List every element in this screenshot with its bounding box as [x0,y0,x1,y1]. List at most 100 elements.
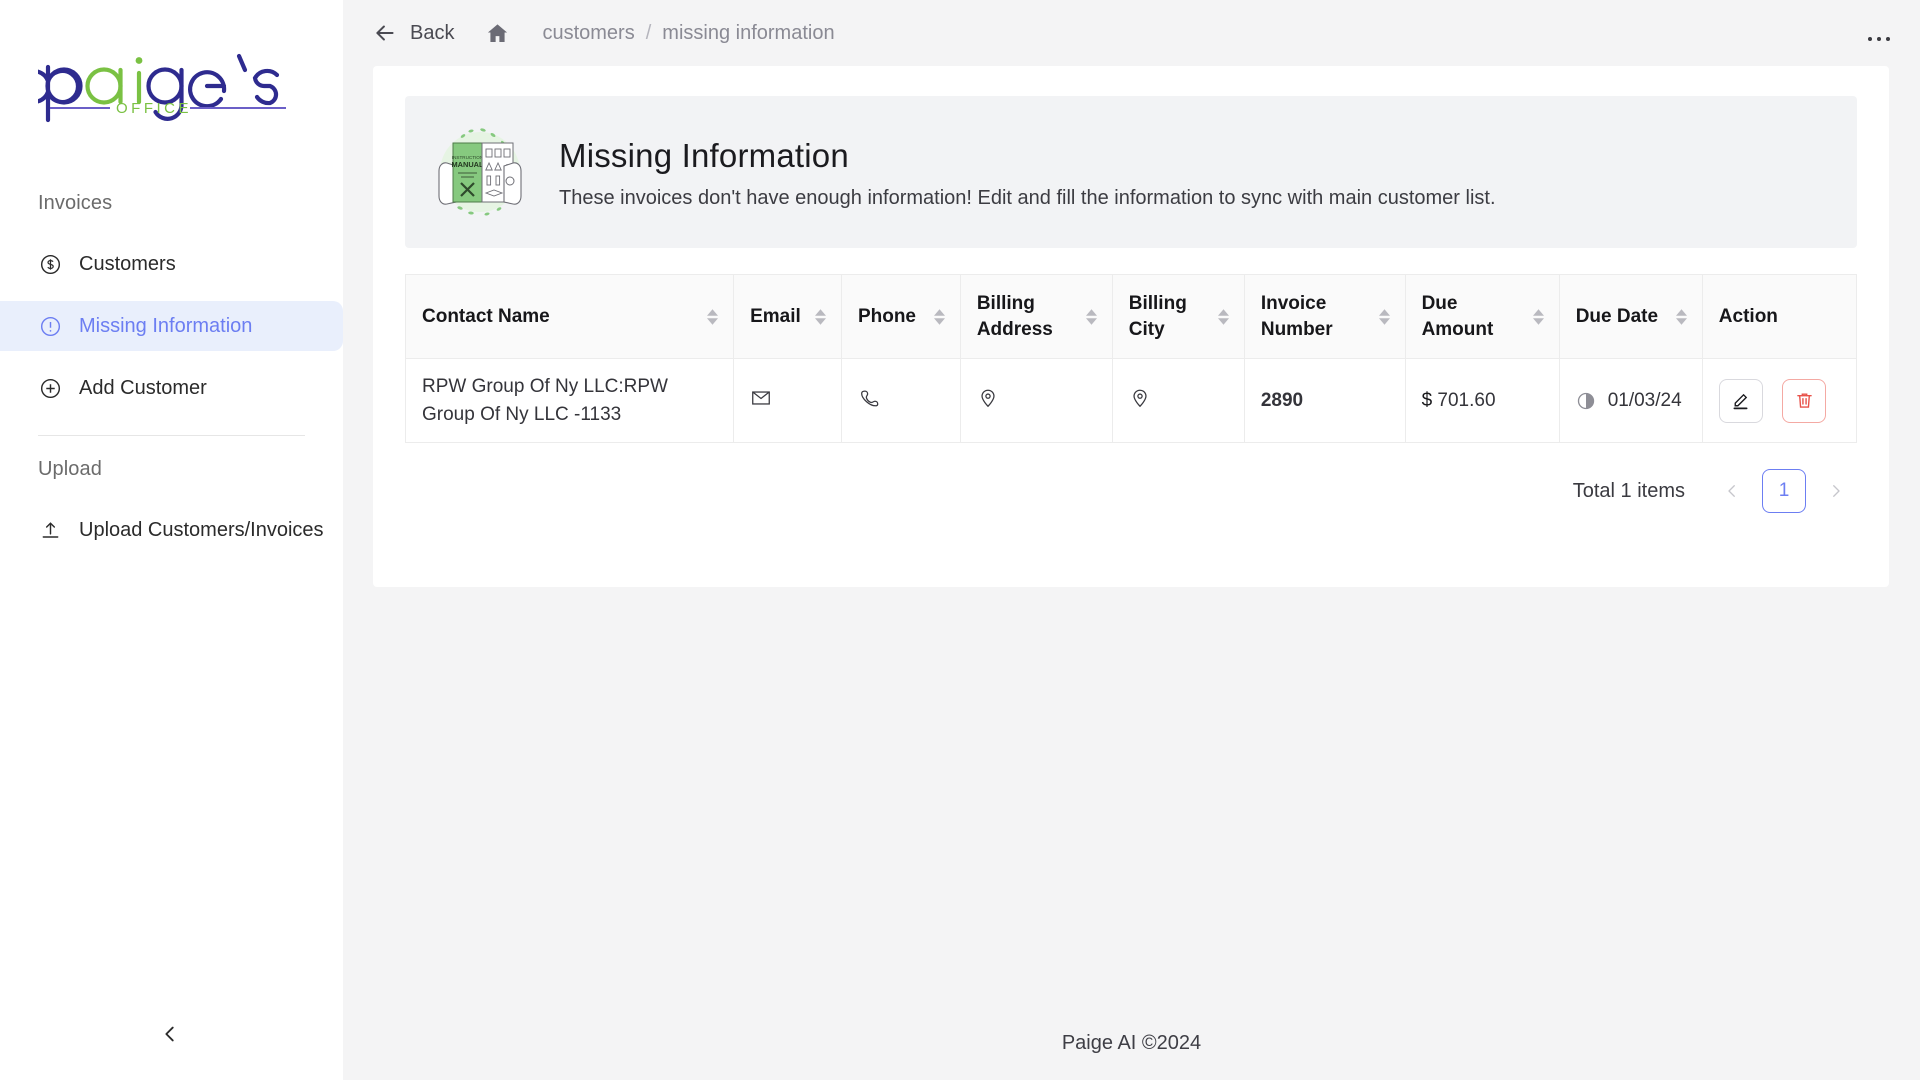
missing-information-table: Contact Name Email [405,274,1857,443]
instruction-manual-illustration: INSTRUCTION MANUAL [427,119,533,225]
topbar: Back customers / missing information [343,0,1920,66]
sidebar-section-upload-title: Upload [0,458,343,481]
dollar-circle-icon [38,252,62,276]
clock-icon [1576,391,1596,411]
banner-text: Missing Information These invoices don't… [559,135,1496,210]
column-label: Email [750,304,801,330]
column-label: Invoice Number [1261,291,1373,342]
chevron-down-icon [707,318,718,325]
sidebar-item-upload-customers-invoices[interactable]: Upload Customers/Invoices [0,505,343,555]
due-amount-value: 701.60 [1437,390,1495,411]
table-head: Contact Name Email [406,275,1857,359]
sort-toggle[interactable] [1218,309,1230,325]
edit-row-button[interactable] [1719,379,1763,423]
plus-circle-icon [38,376,62,400]
chevron-up-icon [1218,309,1229,316]
page-description: These invoices don't have enough informa… [559,187,1496,210]
cell-email [734,359,842,443]
pagination-page-1[interactable]: 1 [1762,469,1806,513]
paiges-office-logo: OFFICE [38,34,300,126]
sort-toggle[interactable] [934,309,946,325]
main-area: Back customers / missing information [343,0,1920,1080]
cell-billing-city [1112,359,1244,443]
sidebar-item-customers[interactable]: Customers [0,239,343,289]
back-button[interactable]: Back [372,20,454,46]
sidebar-item-label: Add Customer [79,377,207,400]
mail-icon [750,387,772,409]
cell-billing-address [960,359,1112,443]
chevron-right-icon [1827,482,1845,500]
location-pin-icon [1129,387,1151,409]
trash-icon [1794,390,1815,411]
brand-logo[interactable]: OFFICE [0,0,343,148]
app-root: OFFICE Invoices Customers [0,0,1920,1080]
pagination-next-button[interactable] [1815,470,1857,512]
column-label: Due Amount [1422,291,1527,342]
chevron-left-icon [1723,482,1741,500]
page-banner: INSTRUCTION MANUAL [405,96,1857,248]
currency-symbol: $ [1422,390,1433,411]
sort-toggle[interactable] [707,309,719,325]
three-dots-icon [1868,37,1890,41]
chevron-up-icon [1533,309,1544,316]
more-options-button[interactable] [1862,26,1896,52]
sort-toggle[interactable] [1676,309,1688,325]
column-header-due-amount[interactable]: Due Amount [1405,275,1559,359]
cell-due-amount: $ 701.60 [1405,359,1559,443]
column-header-due-date[interactable]: Due Date [1559,275,1702,359]
content-card: INSTRUCTION MANUAL [373,66,1889,587]
chevron-up-icon [1379,309,1390,316]
column-header-billing-address[interactable]: Billing Address [960,275,1112,359]
page-title: Missing Information [559,137,1496,175]
chevron-down-icon [1218,318,1229,325]
alert-circle-icon [38,314,62,338]
pagination: Total 1 items 1 [405,469,1857,513]
pagination-prev-button[interactable] [1711,470,1753,512]
chevron-down-icon [1379,318,1390,325]
column-label: Billing Address [977,291,1080,342]
sort-toggle[interactable] [1533,309,1545,325]
home-icon [485,21,510,46]
column-header-billing-city[interactable]: Billing City [1112,275,1244,359]
chevron-down-icon [1676,318,1687,325]
back-label: Back [410,22,454,45]
sidebar-item-label: Upload Customers/Invoices [79,519,324,542]
cell-action [1702,359,1856,443]
footer-text: Paige AI ©2024 [1062,1032,1201,1055]
column-header-email[interactable]: Email [734,275,842,359]
sidebar-nav: Invoices Customers [0,148,343,567]
sidebar-item-label: Missing Information [79,315,252,338]
phone-icon [858,387,880,409]
breadcrumb-item-customers[interactable]: customers [542,22,634,45]
sort-toggle[interactable] [815,309,827,325]
sort-toggle[interactable] [1379,309,1391,325]
delete-row-button[interactable] [1782,379,1826,423]
column-header-action: Action [1702,275,1856,359]
chevron-up-icon [934,309,945,316]
arrow-left-icon [372,20,398,46]
chevron-down-icon [815,318,826,325]
sidebar-item-add-customer[interactable]: Add Customer [0,363,343,413]
contact-name-value: RPW Group Of Ny LLC:RPW Group Of Ny LLC … [422,373,717,428]
chevron-up-icon [1086,309,1097,316]
sidebar-item-missing-information[interactable]: Missing Information [0,301,343,351]
chevron-up-icon [707,309,718,316]
breadcrumb-item-missing-information[interactable]: missing information [662,22,834,45]
column-header-invoice-number[interactable]: Invoice Number [1244,275,1405,359]
sort-toggle[interactable] [1086,309,1098,325]
sidebar-section-upload: Upload Upload Customers/Invoices [0,436,343,555]
chevron-down-icon [934,318,945,325]
sidebar-item-label: Customers [79,253,176,276]
column-label: Due Date [1576,304,1658,330]
sidebar-collapse-button[interactable] [152,1016,188,1052]
table-body: RPW Group Of Ny LLC:RPW Group Of Ny LLC … [406,359,1857,443]
edit-pencil-icon [1730,390,1751,411]
breadcrumb-separator: / [646,22,652,45]
upload-icon [38,518,62,542]
chevron-down-icon [1533,318,1544,325]
column-header-contact-name[interactable]: Contact Name [406,275,734,359]
svg-text:MANUAL: MANUAL [451,160,484,169]
breadcrumb: customers / missing information [542,22,834,45]
column-header-phone[interactable]: Phone [841,275,960,359]
home-button[interactable] [485,21,510,46]
